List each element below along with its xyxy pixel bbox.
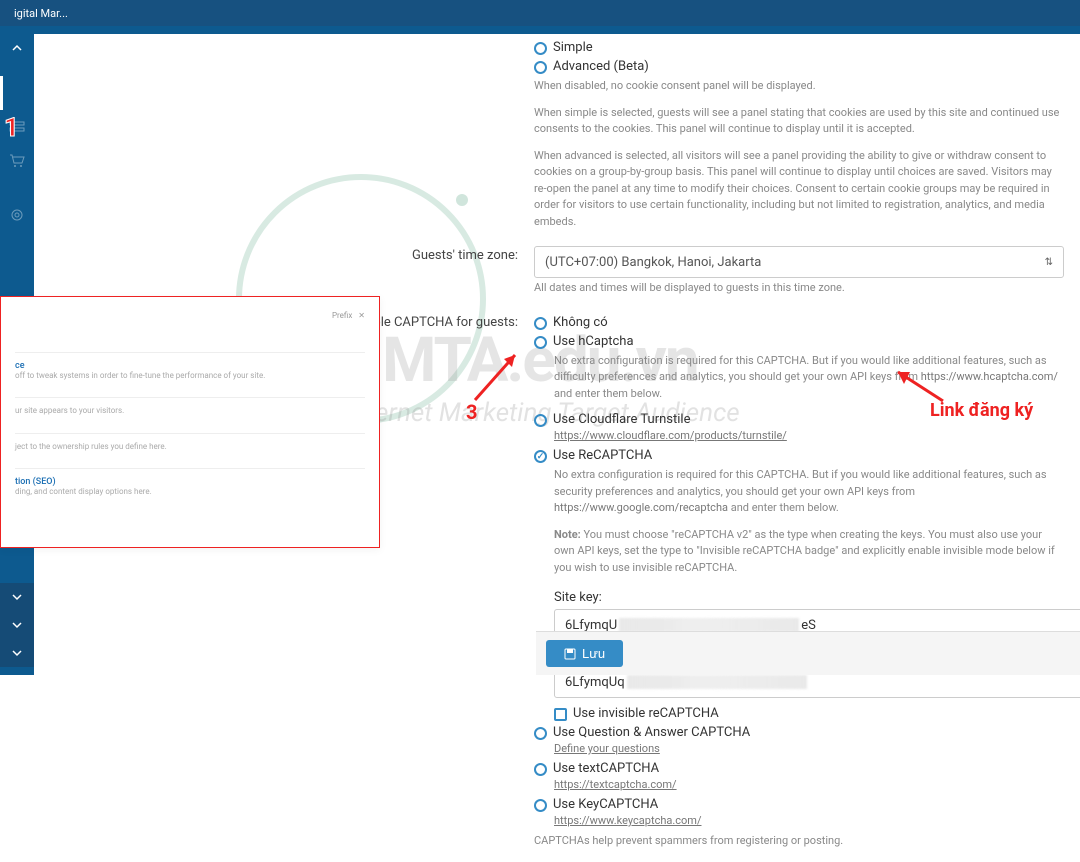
sidebar-nav-item-1[interactable] [0,76,34,110]
radio-icon [534,799,547,812]
radio-icon-checked [534,450,547,463]
checkbox-icon [554,708,567,721]
captcha-option-textcaptcha[interactable]: Use textCAPTCHA [534,759,1064,778]
radio-icon [534,727,547,740]
cookie-option-simple[interactable]: Simple [534,38,1064,57]
browser-tab-bar: igital Mar... [0,0,1080,26]
save-icon [564,648,576,660]
radio-icon [534,61,547,74]
save-button[interactable]: Lưu [546,640,623,667]
help-text: All dates and times will be displayed to… [534,278,1064,305]
timezone-select[interactable]: (UTC+07:00) Bangkok, Hanoi, Jakarta ⇅ [534,246,1064,278]
radio-icon [534,336,547,349]
sidebar-section-toggle-3[interactable] [0,639,34,667]
app-header-strip [0,26,1080,34]
captcha-option-qa[interactable]: Use Question & Answer CAPTCHA [534,723,1064,742]
redacted-text [619,618,799,632]
sidebar-nav-item-gear[interactable] [0,198,34,232]
radio-icon [534,414,547,427]
overlay-item[interactable]: ur site appears to your visitors. [15,397,365,432]
captcha-option-none[interactable]: Không có [534,313,1064,332]
textcaptcha-link[interactable]: https://textcaptcha.com/ [554,778,677,791]
turnstile-link[interactable]: https://www.cloudflare.com/products/turn… [554,429,787,442]
captcha-option-keycaptcha[interactable]: Use KeyCAPTCHA [534,795,1064,814]
site-key-label: Site key: [534,584,1064,609]
sidebar-section-toggle-1[interactable] [0,583,34,611]
save-bar: Lưu [536,631,1080,675]
close-icon[interactable]: ✕ [358,311,365,320]
help-text: No extra configuration is required for t… [534,465,1064,525]
overlay-settings-panel: Prefix ✕ ce off to tweak systems in orde… [0,296,380,548]
annotation-link-label: Link đăng ký [930,400,1033,421]
hcaptcha-link[interactable]: https://www.hcaptcha.com/ [921,370,1058,383]
sidebar-nav-item-cart[interactable] [0,144,34,178]
captcha-option-hcaptcha[interactable]: Use hCaptcha [534,332,1064,351]
radio-icon [534,42,547,55]
invisible-recaptcha-checkbox[interactable]: Use invisible reCAPTCHA [534,698,1064,723]
radio-icon [534,763,547,776]
help-text: When disabled, no cookie consent panel w… [534,76,1064,103]
cookie-option-advanced[interactable]: Advanced (Beta) [534,57,1064,76]
recaptcha-note: Note: You must choose "reCAPTCHA v2" as … [534,525,1064,585]
qa-define-link[interactable]: Define your questions [554,742,660,755]
redacted-text [627,675,807,689]
recaptcha-link[interactable]: https://www.google.com/recaptcha [554,501,728,514]
help-text: When advanced is selected, all visitors … [534,146,1064,239]
sidebar-collapse-toggle[interactable] [0,36,34,60]
keycaptcha-link[interactable]: https://www.keycaptcha.com/ [554,814,701,827]
sidebar-section-toggle-2[interactable] [0,611,34,639]
select-caret-icon: ⇅ [1045,257,1053,268]
captcha-option-recaptcha[interactable]: Use ReCAPTCHA [534,446,1064,465]
overlay-item[interactable]: ject to the ownership rules you define h… [15,433,365,468]
annotation-number-1: 1 [4,113,19,143]
annotation-number-3: 3 [466,400,477,424]
captcha-footer-help: CAPTCHAs help prevent spammers from regi… [534,831,1064,858]
overlay-item[interactable]: tion (SEO) ding, and content display opt… [15,468,365,513]
overlay-item[interactable]: ce off to tweak systems in order to fine… [15,352,365,397]
radio-icon [534,317,547,330]
browser-tab[interactable]: igital Mar... [6,3,76,24]
overlay-prefix-label: Prefix [332,311,352,320]
help-text: When simple is selected, guests will see… [534,103,1064,146]
